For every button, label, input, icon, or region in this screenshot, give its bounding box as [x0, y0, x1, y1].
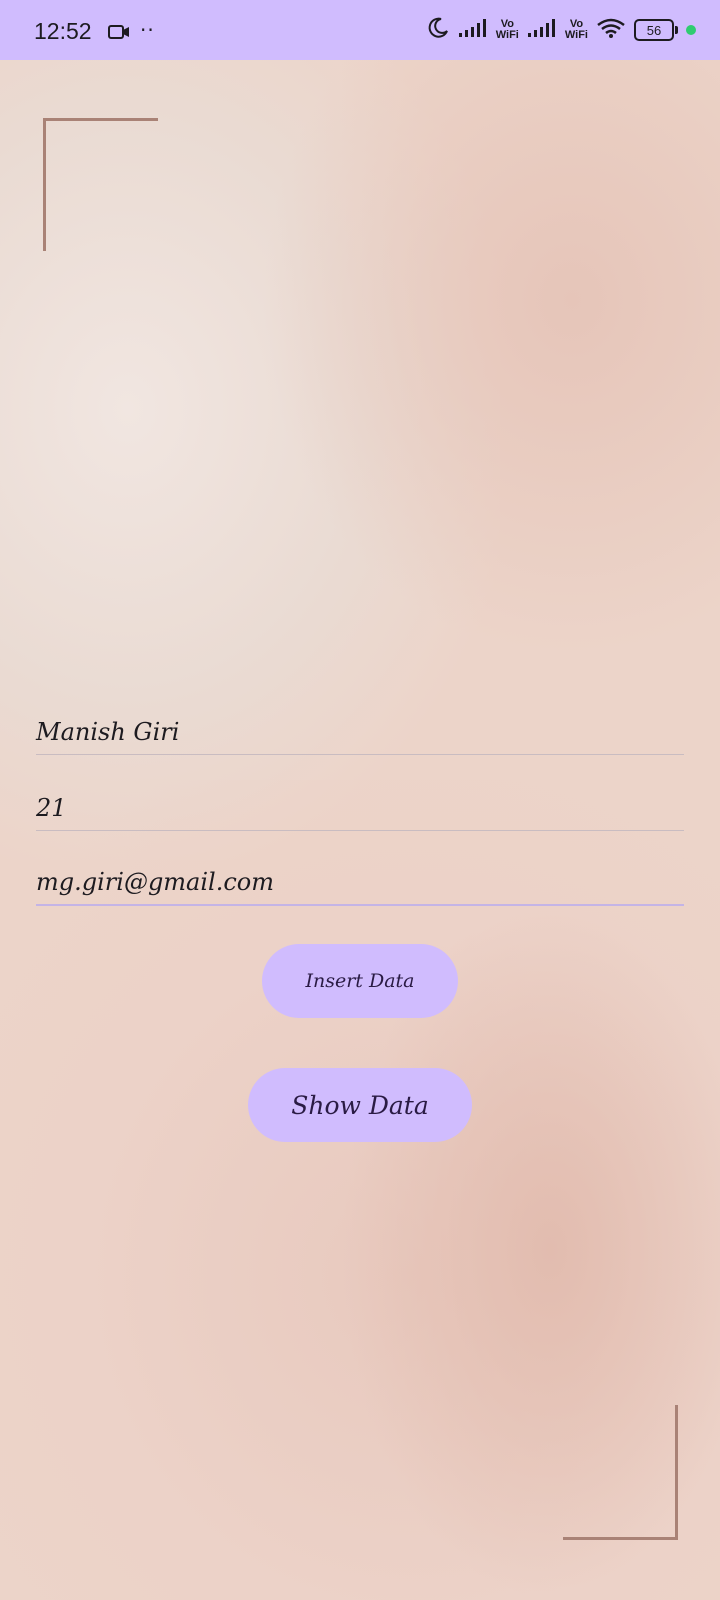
corner-frame-top-left	[43, 118, 158, 251]
name-field[interactable]: Manish Giri	[36, 700, 684, 755]
corner-frame-bottom-right	[563, 1405, 678, 1540]
video-camera-icon	[108, 24, 130, 44]
signal-icon	[527, 17, 557, 43]
notification-dots: ··	[140, 18, 155, 42]
moon-icon	[426, 16, 450, 44]
age-value: 21	[36, 794, 67, 822]
privacy-indicator-dot	[686, 25, 696, 35]
insert-data-button[interactable]: Insert Data	[262, 944, 458, 1018]
battery-icon: 56	[634, 19, 678, 41]
wifi-icon	[596, 17, 626, 43]
status-bar: 12:52 ·· Vo WiFi Vo WiFi 56	[0, 0, 720, 60]
status-time: 12:52	[34, 18, 92, 44]
email-value: mg.giri@gmail.com	[36, 868, 274, 896]
age-field[interactable]: 21	[36, 776, 684, 831]
vowifi-label: Vo WiFi	[495, 18, 519, 41]
status-icons: Vo WiFi Vo WiFi 56	[426, 16, 696, 44]
email-field[interactable]: mg.giri@gmail.com	[36, 850, 684, 906]
signal-icon	[458, 17, 488, 43]
show-data-button[interactable]: Show Data	[248, 1068, 472, 1142]
name-value: Manish Giri	[36, 718, 180, 746]
vowifi-label: Vo WiFi	[564, 18, 588, 41]
